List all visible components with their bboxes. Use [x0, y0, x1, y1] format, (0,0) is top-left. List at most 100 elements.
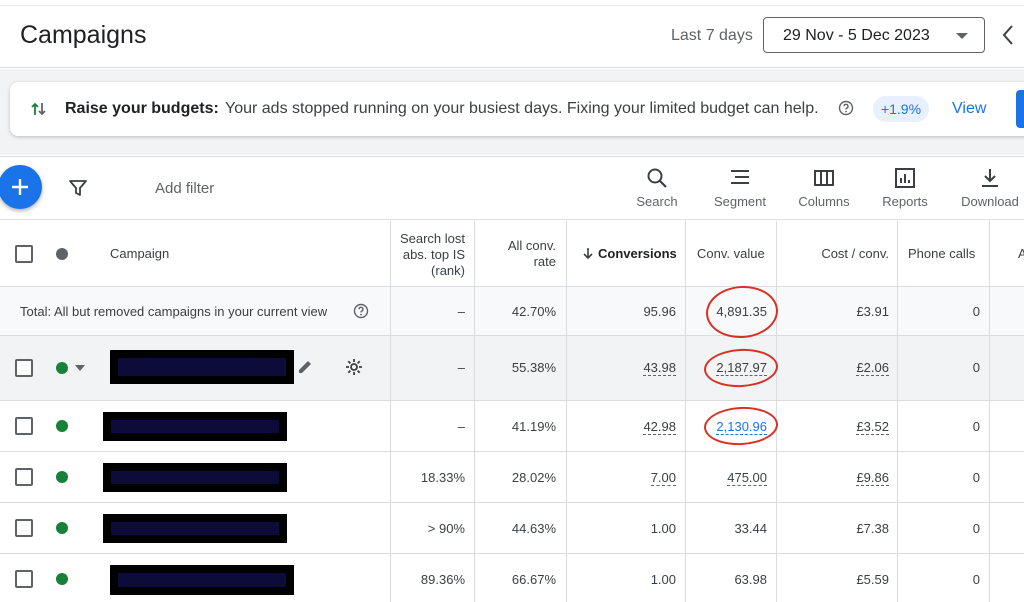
conversions-value[interactable]: 7.00 [570, 470, 676, 486]
phone-calls-value: 0 [972, 521, 980, 536]
cost-per-conv-text: £2.06 [856, 360, 889, 376]
conversions-column-header[interactable]: Conversions [582, 246, 682, 261]
table-row[interactable]: – 41.19% 42.98 2,130.96 £3.52 0 [0, 401, 1024, 452]
conversions-header-label: Conversions [598, 246, 677, 261]
table-row[interactable]: 89.36% 66.67% 1.00 63.98 £5.59 0 [0, 554, 1024, 602]
column-divider [776, 221, 777, 602]
search-lost-value: – [457, 419, 465, 434]
segment-icon [731, 170, 749, 184]
filter-icon[interactable] [67, 177, 89, 199]
table-row[interactable]: > 90% 44.63% 1.00 33.44 £7.38 0 [0, 503, 1024, 554]
segment-tool-label: Segment [713, 194, 767, 209]
all-conv-rate-value: 41.19% [511, 419, 556, 434]
conversions-value: 1.00 [650, 572, 676, 587]
help-icon[interactable] [838, 100, 854, 116]
plus-icon [12, 179, 28, 195]
pencil-edit-icon[interactable] [296, 358, 314, 376]
date-range-value: 29 Nov - 5 Dec 2023 [783, 27, 930, 44]
download-icon [982, 169, 998, 187]
redacted-campaign-name [103, 412, 287, 441]
conversions-value: 1.00 [650, 521, 676, 536]
table-row[interactable]: – 55.38% 43.98 2,187.97 £2.06 0 [0, 336, 1024, 401]
redacted-campaign-name [103, 514, 287, 543]
search-tool-label: Search [636, 194, 678, 209]
date-range-label: Last 7 days [671, 27, 753, 44]
all-conv-rate-value: 66.67% [511, 572, 556, 587]
apply-button[interactable] [1016, 90, 1024, 128]
table-toolbar: Add filter Search Segment Columns Report… [0, 156, 1024, 220]
conv-value-column-header[interactable]: Conv. value [697, 246, 765, 261]
redacted-campaign-name [110, 350, 294, 384]
all-conv-rate-value: 44.63% [511, 521, 556, 536]
view-link[interactable]: View [952, 100, 986, 118]
column-divider [897, 221, 898, 602]
cost-per-conv-value[interactable]: £3.52 [780, 419, 889, 435]
phone-calls-value: 0 [972, 572, 980, 587]
trend-arrows-icon [31, 102, 46, 116]
download-tool-button[interactable]: Download [956, 166, 1024, 209]
search-icon [647, 168, 667, 188]
date-range-picker[interactable]: 29 Nov - 5 Dec 2023 [763, 17, 985, 53]
columns-tool-label: Columns [798, 194, 850, 209]
segment-tool-button[interactable]: Segment [708, 166, 772, 209]
conversions-value[interactable]: 43.98 [570, 360, 676, 376]
column-divider [685, 221, 686, 602]
cost-per-conv-column-header[interactable]: Cost / conv. [780, 246, 889, 261]
add-campaign-button[interactable] [0, 165, 42, 209]
select-all-checkbox[interactable] [15, 245, 33, 263]
enabled-status-icon [56, 362, 68, 374]
page-title: Campaigns [20, 21, 147, 49]
conversions-text: 43.98 [643, 360, 676, 376]
caret-down-icon [956, 33, 968, 39]
enabled-status-icon [56, 471, 68, 483]
gear-icon[interactable] [344, 357, 364, 377]
total-conversions: 95.96 [643, 304, 676, 319]
totals-row: Total: All but removed campaigns in your… [0, 287, 1024, 336]
conversions-text: 42.98 [643, 419, 676, 435]
search-lost-value: – [457, 360, 465, 375]
total-search-lost: – [457, 304, 465, 319]
all-conv-header-line2: rate [533, 254, 556, 269]
cost-per-conv-value: £5.59 [856, 572, 889, 587]
search-lost-column-header[interactable]: Search lost abs. top IS (rank) [392, 231, 465, 279]
row-checkbox[interactable] [15, 359, 33, 377]
enabled-status-icon [56, 522, 68, 534]
search-lost-value: 18.33% [420, 470, 465, 485]
help-icon[interactable] [353, 303, 369, 319]
row-checkbox[interactable] [15, 417, 33, 435]
budget-recommendation-banner: Raise your budgets: Your ads stopped run… [10, 82, 1024, 136]
redacted-campaign-name [103, 463, 287, 492]
table-row[interactable]: 18.33% 28.02% 7.00 475.00 £9.86 0 [0, 452, 1024, 503]
status-header-icon [56, 248, 68, 260]
phone-calls-column-header[interactable]: Phone calls [908, 246, 975, 261]
reports-tool-button[interactable]: Reports [877, 166, 933, 209]
phone-calls-value: 0 [972, 360, 980, 375]
cost-per-conv-value[interactable]: £2.06 [780, 360, 889, 376]
row-checkbox[interactable] [15, 570, 33, 588]
cost-per-conv-value[interactable]: £9.86 [780, 470, 889, 486]
all-conv-rate-value: 55.38% [511, 360, 556, 375]
column-divider [390, 221, 391, 602]
all-conv-rate-value: 28.02% [511, 470, 556, 485]
total-all-conv-rate: 42.70% [511, 304, 556, 319]
all-conv-rate-column-header[interactable]: All conv. rate [478, 238, 556, 270]
add-filter-button[interactable]: Add filter [155, 180, 214, 197]
enabled-status-icon [56, 420, 68, 432]
conv-value-value: 33.44 [734, 521, 767, 536]
redacted-campaign-name [110, 565, 294, 595]
column-divider [989, 221, 990, 602]
download-tool-label: Download [961, 194, 1019, 209]
conv-value-text: 475.00 [727, 470, 767, 486]
chevron-left-icon[interactable] [998, 22, 1018, 48]
phone-calls-value: 0 [972, 470, 980, 485]
search-tool-button[interactable]: Search [633, 166, 681, 209]
row-checkbox[interactable] [15, 519, 33, 537]
columns-tool-button[interactable]: Columns [794, 166, 854, 209]
search-lost-header-line2: abs. top IS [402, 247, 465, 262]
caret-down-icon[interactable] [75, 365, 85, 371]
conv-value-value[interactable]: 475.00 [688, 470, 767, 486]
row-checkbox[interactable] [15, 468, 33, 486]
campaign-column-header[interactable]: Campaign [110, 246, 169, 261]
conversions-value[interactable]: 42.98 [570, 419, 676, 435]
cost-per-conv-value: £7.38 [856, 521, 889, 536]
